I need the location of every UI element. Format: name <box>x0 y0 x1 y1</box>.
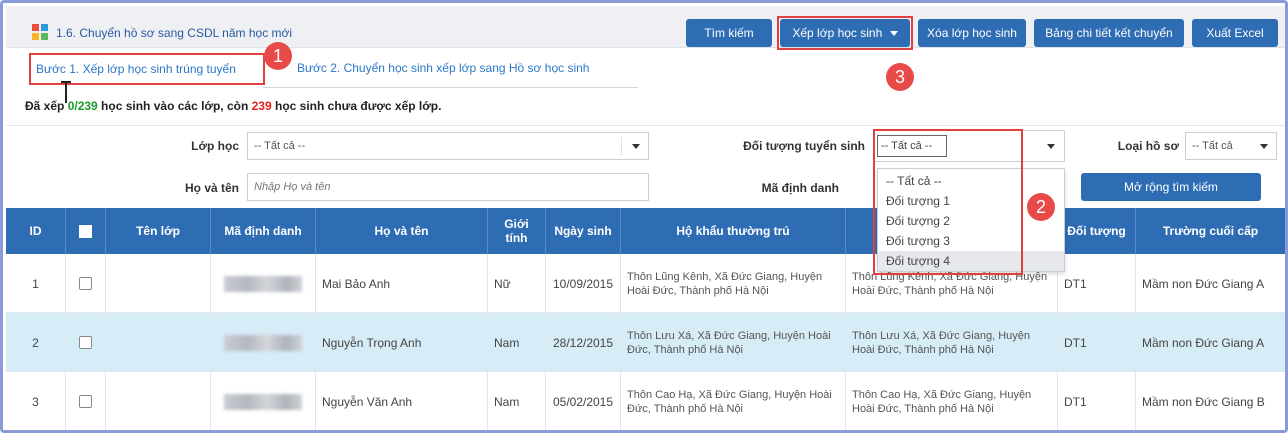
expand-search-button[interactable]: Mở rộng tìm kiếm <box>1081 173 1261 201</box>
cell-dob: 05/02/2015 <box>546 372 621 430</box>
select-separator <box>621 137 622 155</box>
col-gender-line2: tính <box>505 231 528 245</box>
page-frame: 1.6. Chuyển hồ sơ sang CSDL năm học mới … <box>0 0 1288 433</box>
cell-gender: Nam <box>488 313 546 372</box>
class-filter-select[interactable]: -- Tất cả -- <box>247 132 649 160</box>
redacted-identifier <box>224 393 302 410</box>
redacted-identifier <box>224 334 302 351</box>
cell-id: 1 <box>6 254 66 313</box>
cell-last-school: Mầm non Đức Giang B <box>1142 394 1265 409</box>
identifier-filter-label: Mã định danh <box>761 181 839 195</box>
target-dropdown-highlight <box>873 129 1023 275</box>
cell-last-school: Mầm non Đức Giang A <box>1142 335 1265 350</box>
cell-target: DT1 <box>1058 254 1136 313</box>
name-search-input[interactable] <box>247 173 649 201</box>
record-type-value: -- Tất cả <box>1192 140 1233 152</box>
step-callout-3: 3 <box>886 63 914 91</box>
cell-gender: Nam <box>488 372 546 430</box>
table-row[interactable]: 2 Nguyễn Trọng Anh Nam 28/12/2015 Thôn L… <box>6 313 1285 372</box>
cell-target: DT1 <box>1058 372 1136 430</box>
cell-id: 3 <box>6 372 66 430</box>
class-filter-label: Lớp học <box>191 139 239 153</box>
col-identifier[interactable]: Mã định danh <box>211 208 316 254</box>
assign-class-highlight <box>777 16 913 50</box>
cell-identifier <box>211 254 316 313</box>
col-last-school[interactable]: Trường cuối cấp <box>1136 208 1285 254</box>
col-id[interactable]: ID <box>6 208 66 254</box>
tab-step2[interactable]: Bước 2. Chuyển học sinh xếp lớp sang Hồ … <box>297 53 589 83</box>
cell-class-name <box>106 372 211 430</box>
cell-residence: Thôn Lưu Xá, Xã Đức Giang, Huyện Hoài Đứ… <box>621 313 846 372</box>
col-select-all[interactable] <box>66 208 106 254</box>
select-all-checkbox[interactable] <box>79 224 92 238</box>
row-checkbox[interactable] <box>79 336 92 349</box>
col-full-name[interactable]: Họ và tên <box>316 208 488 254</box>
row-checkbox[interactable] <box>79 277 92 290</box>
cell-address: Thôn Cao Hạ, Xã Đức Giang, Huyện Hoài Đứ… <box>846 372 1058 430</box>
table-header: ID Tên lớp Mã định danh Họ và tên Giới t… <box>6 208 1285 254</box>
assignment-summary: Đã xếp 0/239 học sinh vào các lớp, còn 2… <box>25 99 441 113</box>
redacted-identifier <box>224 275 302 292</box>
summary-middle: học sinh vào các lớp, còn <box>97 99 252 113</box>
col-dob[interactable]: Ngày sinh <box>546 208 621 254</box>
col-gender[interactable]: Giới tính <box>488 208 546 254</box>
chevron-down-icon <box>632 144 640 149</box>
target-filter-label: Đối tượng tuyển sinh <box>743 139 865 153</box>
app-logo-icon <box>32 24 48 40</box>
cell-dob: 28/12/2015 <box>546 313 621 372</box>
name-filter-label: Họ và tên <box>184 181 239 195</box>
class-filter-value: -- Tất cả -- <box>254 140 306 152</box>
cell-class-name <box>106 254 211 313</box>
summary-remaining-count: 239 <box>251 99 272 113</box>
col-target[interactable]: Đối tượng <box>1058 208 1136 254</box>
table-row[interactable]: 3 Nguyễn Văn Anh Nam 05/02/2015 Thôn Cao… <box>6 372 1285 430</box>
chevron-down-icon <box>1260 144 1268 149</box>
cell-select[interactable] <box>66 254 106 313</box>
tab-divider <box>263 87 638 88</box>
export-excel-button[interactable]: Xuất Excel <box>1192 19 1278 47</box>
summary-prefix: Đã xếp <box>25 99 68 113</box>
cell-address: Thôn Lưu Xá, Xã Đức Giang, Huyện Hoài Đứ… <box>846 313 1058 372</box>
transfer-detail-button[interactable]: Bảng chi tiết kết chuyển <box>1034 19 1184 47</box>
cell-target: DT1 <box>1058 313 1136 372</box>
record-type-label: Loại hồ sơ <box>1117 139 1179 153</box>
cell-dob: 10/09/2015 <box>546 254 621 313</box>
chevron-down-icon <box>1047 144 1055 149</box>
search-button[interactable]: Tìm kiếm <box>686 19 772 47</box>
cell-class-name <box>106 313 211 372</box>
cell-gender: Nữ <box>488 254 546 313</box>
filter-divider <box>6 125 1285 126</box>
col-gender-line1: Giới <box>504 217 529 231</box>
cell-full-name: Nguyễn Văn Anh <box>316 372 488 430</box>
cell-full-name: Nguyễn Trọng Anh <box>316 313 488 372</box>
cell-select[interactable] <box>66 372 106 430</box>
col-class-name[interactable]: Tên lớp <box>106 208 211 254</box>
step-callout-2: 2 <box>1027 193 1055 221</box>
table-row[interactable]: 1 Mai Bảo Anh Nữ 10/09/2015 Thôn Lũng Kê… <box>6 254 1285 313</box>
row-checkbox[interactable] <box>79 395 92 408</box>
summary-suffix: học sinh chưa được xếp lớp. <box>271 99 442 113</box>
cell-identifier <box>211 372 316 430</box>
cell-last-school: Mầm non Đức Giang A <box>1142 276 1265 291</box>
col-residence[interactable]: Hộ khẩu thường trú <box>621 208 846 254</box>
delete-class-button[interactable]: Xóa lớp học sinh <box>918 19 1026 47</box>
record-type-select[interactable]: -- Tất cả <box>1185 132 1277 160</box>
cell-residence: Thôn Cao Hạ, Xã Đức Giang, Huyện Hoài Đứ… <box>621 372 846 430</box>
cell-select[interactable] <box>66 313 106 372</box>
cell-residence: Thôn Lũng Kênh, Xã Đức Giang, Huyện Hoài… <box>621 254 846 313</box>
cell-identifier <box>211 313 316 372</box>
cell-full-name: Mai Bảo Anh <box>316 254 488 313</box>
cell-id: 2 <box>6 313 66 372</box>
step-callout-1: 1 <box>264 42 292 70</box>
page-title: 1.6. Chuyển hồ sơ sang CSDL năm học mới <box>56 26 293 40</box>
summary-assigned-count: 0/239 <box>67 99 98 113</box>
